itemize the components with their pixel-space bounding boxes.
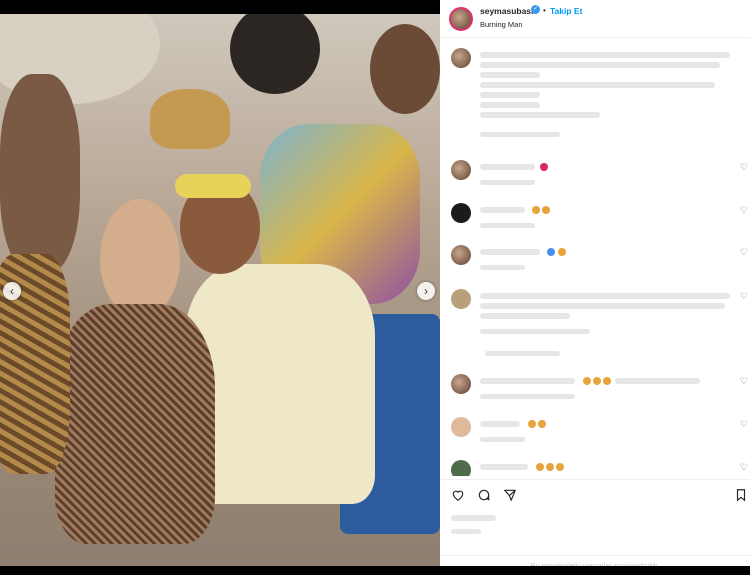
avatar[interactable]	[451, 48, 471, 68]
hat	[150, 89, 230, 149]
avatar[interactable]	[451, 245, 471, 265]
post-side-panel: seymasubasi ✓ • Takip Et Burning Man ♡ ♡…	[440, 0, 750, 575]
emoji-icon	[532, 206, 540, 214]
comment: ♡	[440, 245, 750, 275]
comment: ♡	[440, 417, 750, 447]
action-bar	[440, 479, 750, 509]
heart-icon[interactable]: ♡	[740, 162, 748, 173]
comment-text-placeholder	[480, 102, 540, 108]
comment-meta-placeholder	[480, 265, 525, 270]
background-person-face	[370, 24, 440, 114]
comment: ♡	[440, 203, 750, 233]
comment-text-placeholder	[480, 249, 540, 255]
instagram-post-window: ‹ › seymasubasi ✓ • Takip Et Burning Man	[0, 0, 750, 575]
avatar[interactable]	[451, 203, 471, 223]
comment-meta-placeholder	[480, 329, 590, 334]
username[interactable]: seymasubasi	[480, 6, 533, 16]
comment-text-placeholder	[615, 378, 700, 384]
chevron-right-icon[interactable]: ›	[417, 282, 435, 300]
comment: ♡	[440, 289, 750, 359]
comment: ♡	[440, 460, 750, 476]
comment-text-placeholder	[480, 92, 540, 98]
comment-meta-placeholder	[480, 223, 535, 228]
comment-meta-placeholder	[480, 132, 560, 137]
emoji-icon	[547, 248, 555, 256]
goggles	[175, 174, 251, 198]
location-link[interactable]: Burning Man	[480, 20, 523, 29]
avatar[interactable]	[451, 374, 471, 394]
comment: ♡	[440, 374, 750, 404]
comment-text-placeholder	[480, 112, 600, 118]
post-photo[interactable]: ‹ ›	[0, 14, 440, 566]
background-person-hair	[230, 14, 320, 94]
comment-text-placeholder	[480, 421, 520, 427]
comment-meta-placeholder	[480, 180, 535, 185]
comment-text-placeholder	[480, 378, 575, 384]
heart-icon[interactable]: ♡	[740, 462, 748, 473]
caption-comment	[440, 48, 750, 140]
heart-icon[interactable]: ♡	[740, 376, 748, 387]
comment-text-placeholder	[480, 164, 535, 170]
follow-button[interactable]: Takip Et	[550, 6, 582, 16]
comment-text-placeholder	[480, 82, 715, 88]
share-icon[interactable]	[503, 488, 517, 502]
comment-text-placeholder	[480, 303, 725, 309]
post-date-placeholder	[451, 529, 481, 534]
avatar[interactable]	[451, 417, 471, 437]
comment-text-placeholder	[480, 293, 730, 299]
comment-text-placeholder	[480, 72, 540, 78]
emoji-icon	[583, 377, 591, 385]
comment-meta-placeholder	[480, 394, 575, 399]
emoji-icon	[603, 377, 611, 385]
emoji-icon	[558, 248, 566, 256]
bottom-bar	[0, 566, 750, 575]
heart-icon[interactable]: ♡	[740, 419, 748, 430]
comment-text-placeholder	[480, 313, 570, 319]
emoji-icon	[528, 420, 536, 428]
woman-face	[100, 199, 180, 319]
emoji-icon	[546, 463, 554, 471]
emoji-icon	[542, 206, 550, 214]
likes-count-placeholder[interactable]	[451, 515, 496, 521]
verified-badge-icon: ✓	[531, 5, 540, 14]
post-header: seymasubasi ✓ • Takip Et Burning Man	[440, 0, 750, 38]
emoji-icon	[536, 463, 544, 471]
avatar[interactable]	[451, 160, 471, 180]
emoji-icon	[593, 377, 601, 385]
heart-icon[interactable]: ♡	[740, 205, 748, 216]
heart-icon[interactable]: ♡	[740, 247, 748, 258]
comment-text-placeholder	[480, 62, 720, 68]
chevron-left-icon[interactable]: ‹	[3, 282, 21, 300]
comment-meta-placeholder	[480, 437, 525, 442]
emoji-icon	[556, 463, 564, 471]
emoji-icon	[540, 163, 548, 171]
avatar[interactable]	[449, 7, 473, 31]
woman-mesh-outfit	[55, 304, 215, 544]
view-replies-placeholder[interactable]	[485, 351, 560, 356]
comment-text-placeholder	[480, 52, 730, 58]
background-person-left	[0, 74, 80, 274]
bookmark-icon[interactable]	[734, 488, 748, 502]
heart-icon[interactable]: ♡	[740, 291, 748, 302]
comment-icon[interactable]	[477, 488, 491, 502]
comment-text-placeholder	[480, 207, 525, 213]
separator: •	[543, 6, 546, 15]
comment: ♡	[440, 160, 750, 190]
avatar[interactable]	[451, 289, 471, 309]
avatar[interactable]	[451, 460, 471, 476]
emoji-icon	[538, 420, 546, 428]
heart-icon[interactable]	[451, 488, 465, 502]
comment-text-placeholder	[480, 464, 528, 470]
